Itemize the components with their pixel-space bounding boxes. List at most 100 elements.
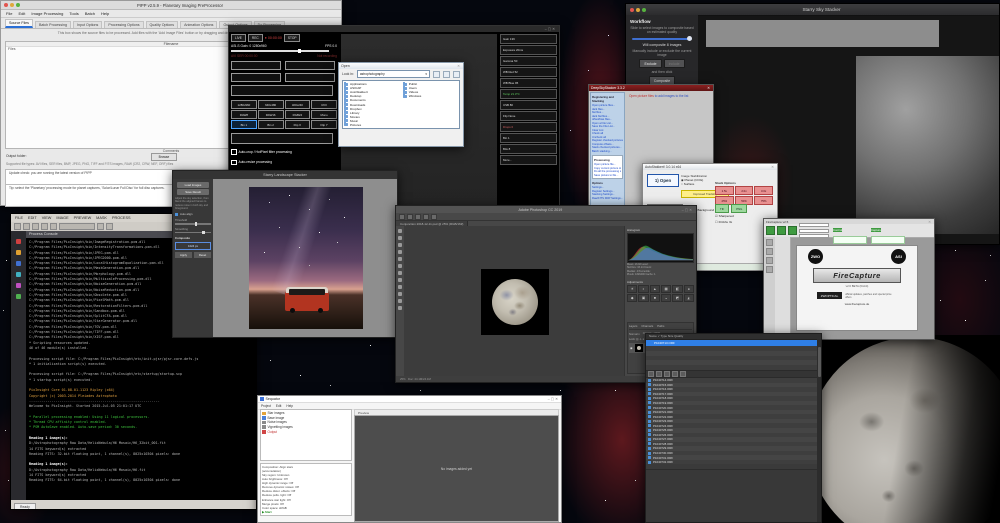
exposure-slider[interactable] bbox=[799, 229, 829, 233]
threshold-slider[interactable] bbox=[175, 223, 211, 225]
view-menu-icon[interactable] bbox=[453, 71, 460, 78]
reset-button[interactable]: Reset bbox=[194, 252, 211, 258]
option-icon[interactable] bbox=[431, 214, 437, 220]
setting-row[interactable]: WB Red 52 bbox=[500, 67, 557, 77]
brush-tool-icon[interactable] bbox=[398, 271, 402, 275]
menu-item[interactable]: IMAGE bbox=[56, 216, 68, 220]
tree-item[interactable]: Output bbox=[262, 430, 350, 435]
redo-icon[interactable] bbox=[50, 223, 57, 230]
adjustment-icon[interactable]: ■ bbox=[650, 294, 660, 302]
capture-titlebar[interactable]: – ▢ ✕ bbox=[229, 26, 559, 32]
setting-row[interactable]: Flip None bbox=[500, 111, 557, 121]
menu-item[interactable]: Image Processing bbox=[31, 11, 63, 16]
eraser-tool-icon[interactable] bbox=[398, 285, 402, 289]
mode-cell[interactable]: Bin 1 bbox=[231, 120, 257, 129]
setting-row[interactable]: Exposure 20ms bbox=[500, 45, 557, 55]
mode-cell[interactable]: 320x240 bbox=[285, 100, 311, 109]
gradient-tool-icon[interactable] bbox=[398, 292, 402, 296]
photoshop-canvas[interactable] bbox=[404, 226, 624, 376]
ready-tab[interactable]: Ready bbox=[14, 503, 36, 509]
folder-item[interactable]: Windows bbox=[403, 94, 458, 98]
menu-item[interactable]: Edit bbox=[18, 11, 25, 16]
target-field[interactable] bbox=[285, 61, 335, 70]
pen-tool-icon[interactable] bbox=[398, 306, 402, 310]
save-result-button[interactable]: Save Result bbox=[177, 189, 209, 195]
zoom-in-icon[interactable] bbox=[97, 223, 104, 230]
mode-cell[interactable]: Bin 2 bbox=[258, 120, 284, 129]
format-chip[interactable]: PNG bbox=[731, 204, 747, 213]
focus-icon[interactable] bbox=[766, 248, 773, 255]
slider-knob[interactable] bbox=[298, 49, 301, 53]
adjustment-icon[interactable]: ● bbox=[684, 285, 694, 293]
tool-preset-icon[interactable] bbox=[399, 214, 405, 220]
new-folder-icon[interactable] bbox=[443, 71, 450, 78]
menu-item[interactable]: Help bbox=[286, 404, 293, 408]
slider-knob[interactable] bbox=[202, 231, 205, 235]
adjustment-icon[interactable]: ◧ bbox=[672, 285, 682, 293]
setting-row[interactable]: Gamma 50 bbox=[500, 56, 557, 66]
menu-item[interactable]: Edit bbox=[276, 404, 282, 408]
info-icon[interactable] bbox=[766, 266, 773, 273]
action-link[interactable]: Batch stacking... bbox=[592, 150, 623, 154]
mode-cell[interactable]: ROI bbox=[311, 100, 337, 109]
filename-field[interactable] bbox=[231, 61, 281, 70]
exposure-slider[interactable] bbox=[231, 50, 329, 52]
close-icon[interactable]: ✕ bbox=[689, 208, 693, 212]
histogram-tab[interactable]: Histogram bbox=[627, 228, 694, 232]
folder-field[interactable] bbox=[231, 73, 281, 82]
tab[interactable]: Batch Processing bbox=[35, 21, 71, 28]
histogram-icon[interactable] bbox=[766, 239, 773, 246]
scrollbar-thumb[interactable] bbox=[818, 347, 821, 377]
size-chip[interactable]: 3.0x bbox=[754, 186, 773, 195]
check-icon[interactable] bbox=[664, 371, 670, 377]
look-in-combo[interactable]: astrophotography ▾ bbox=[357, 70, 430, 78]
clone-tool-icon[interactable] bbox=[398, 278, 402, 282]
scripts-icon[interactable] bbox=[16, 250, 21, 255]
panel-tab[interactable]: Layers bbox=[629, 324, 637, 328]
undo-icon[interactable] bbox=[41, 223, 48, 230]
action-link[interactable]: Register checked pictures... bbox=[592, 139, 623, 143]
notes-field[interactable] bbox=[231, 133, 333, 144]
gain-slider[interactable] bbox=[799, 223, 829, 227]
menu-item[interactable]: Batch bbox=[85, 11, 95, 16]
maximize-icon[interactable] bbox=[16, 3, 20, 7]
quality-slider[interactable] bbox=[632, 38, 692, 40]
setting-row[interactable]: More... bbox=[500, 155, 557, 165]
folder-list[interactable]: ApplicationsASICAPAutoStakkertDesktopDoc… bbox=[342, 80, 460, 129]
adjustment-icon[interactable]: ◆ bbox=[627, 294, 637, 302]
blend-mode-select[interactable]: Normal ▾ bbox=[629, 332, 640, 336]
setting-row[interactable]: Drops 0 bbox=[500, 122, 557, 132]
save-icon[interactable] bbox=[32, 223, 39, 230]
adjustment-icon[interactable]: ▦ bbox=[661, 285, 671, 293]
action-link[interactable]: Stack checked pictures... bbox=[592, 146, 623, 150]
menu-item[interactable]: PREVIEW bbox=[74, 216, 92, 220]
mode-cell[interactable]: RAW16 bbox=[258, 110, 284, 119]
exclude-button[interactable]: Exclude bbox=[639, 59, 661, 68]
menu-item[interactable]: EDIT bbox=[28, 216, 37, 220]
capture-button[interactable] bbox=[766, 226, 775, 235]
roi-icon[interactable] bbox=[766, 257, 773, 264]
minimize-icon[interactable] bbox=[10, 3, 14, 7]
setting-row[interactable]: Temp 21.3°C bbox=[500, 89, 557, 99]
slider-knob[interactable] bbox=[195, 222, 198, 226]
add-icon[interactable] bbox=[648, 371, 654, 377]
mode-cell[interactable]: 640x480 bbox=[258, 100, 284, 109]
mode-cell[interactable]: Flip X bbox=[285, 120, 311, 129]
vertical-scrollbar[interactable] bbox=[817, 339, 821, 522]
auto-align-checkbox[interactable]: Auto align bbox=[175, 212, 211, 216]
settings-button[interactable] bbox=[788, 226, 797, 235]
path-field[interactable] bbox=[231, 85, 333, 96]
pipp-titlebar[interactable]: PIPP v2.5.9 - Planetary Imaging PreProce… bbox=[1, 1, 341, 10]
mode-cell[interactable]: Mono bbox=[311, 110, 337, 119]
drizzle-checkbox[interactable]: ☐ Drizzle 3x bbox=[715, 220, 732, 224]
panel-tab[interactable]: Channels bbox=[641, 324, 653, 328]
adjustment-icon[interactable]: ◒ bbox=[661, 294, 671, 302]
menu-item[interactable]: Project bbox=[261, 404, 271, 408]
tab[interactable]: Input Options bbox=[73, 21, 102, 28]
adjustment-icon[interactable]: ▲ bbox=[650, 285, 660, 293]
gamma-slider[interactable] bbox=[799, 234, 829, 238]
include-button[interactable]: Include bbox=[664, 59, 685, 68]
rec-button[interactable]: REC bbox=[248, 34, 263, 42]
live-button[interactable]: LIVE bbox=[231, 34, 246, 42]
close-icon[interactable]: ✕ bbox=[707, 86, 711, 90]
